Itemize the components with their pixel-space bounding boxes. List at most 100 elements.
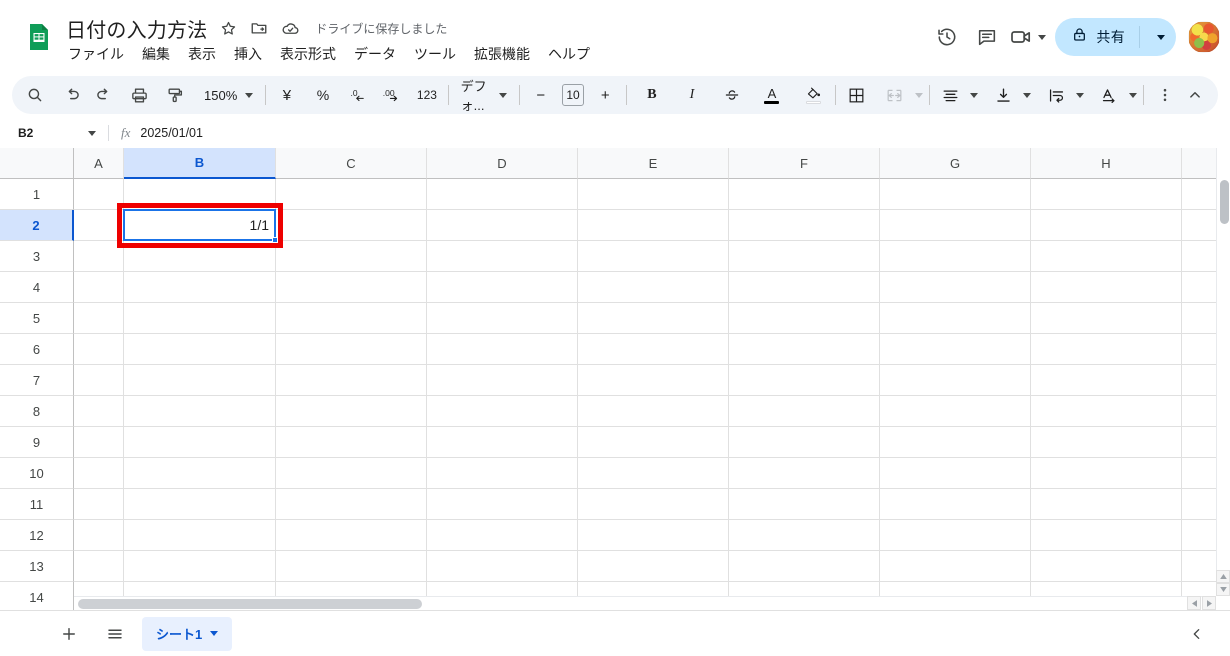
cell-C12[interactable] [276,520,427,551]
cell-H4[interactable] [1031,272,1182,303]
move-to-folder-icon[interactable] [250,19,268,37]
cell-B11[interactable] [124,489,276,520]
cell-D10[interactable] [427,458,578,489]
chevron-left-icon[interactable] [1180,617,1214,651]
zoom-dropdown[interactable]: 150% [198,88,259,103]
cell-G12[interactable] [880,520,1031,551]
row-header-3[interactable]: 3 [0,241,74,272]
cell-E1[interactable] [578,179,729,210]
chevron-down-icon[interactable] [210,631,219,636]
cell-A13[interactable] [74,551,124,582]
cell-H1[interactable] [1031,179,1182,210]
cell-D9[interactable] [427,427,578,458]
cell-B5[interactable] [124,303,276,334]
cell-E3[interactable] [578,241,729,272]
column-header-b[interactable]: B [124,148,276,179]
cell-B3[interactable] [124,241,276,272]
cell-B10[interactable] [124,458,276,489]
cell-H3[interactable] [1031,241,1182,272]
cell-E11[interactable] [578,489,729,520]
row-header-1[interactable]: 1 [0,179,74,210]
cell-G4[interactable] [880,272,1031,303]
cell-D7[interactable] [427,365,578,396]
vertical-scrollbar[interactable] [1216,148,1230,592]
chevron-down-icon[interactable] [1037,34,1046,40]
cell-E13[interactable] [578,551,729,582]
cell-B4[interactable] [124,272,276,303]
cell-B6[interactable] [124,334,276,365]
menu-item-extensions[interactable]: 拡張機能 [472,43,532,65]
cell-H13[interactable] [1031,551,1182,582]
cell-B1[interactable] [124,179,276,210]
row-header-12[interactable]: 12 [0,520,74,551]
cell-F13[interactable] [729,551,880,582]
cell-F1[interactable] [729,179,880,210]
cell-H9[interactable] [1031,427,1182,458]
cell-E10[interactable] [578,458,729,489]
formula-input[interactable]: 2025/01/01 [140,126,203,140]
version-history-icon[interactable] [927,17,967,57]
redo-icon[interactable] [88,80,118,110]
cell-C2[interactable] [276,210,427,241]
avatar[interactable] [1188,21,1220,53]
cell-A10[interactable] [74,458,124,489]
cell-A6[interactable] [74,334,124,365]
menu-item-file[interactable]: ファイル [66,43,126,65]
row-header-2[interactable]: 2 [0,210,74,241]
menu-item-insert[interactable]: 挿入 [232,43,264,65]
undo-icon[interactable] [58,80,88,110]
bold-button[interactable]: B [637,80,667,110]
cell-C3[interactable] [276,241,427,272]
percent-format-button[interactable]: % [308,80,338,110]
cell-A11[interactable] [74,489,124,520]
strikethrough-icon[interactable] [717,80,747,110]
font-size-input[interactable]: 10 [561,84,585,106]
name-box[interactable]: B2 [0,120,108,146]
cell-A9[interactable] [74,427,124,458]
cell-D2[interactable] [427,210,578,241]
menu-item-edit[interactable]: 編集 [140,43,172,65]
scroll-right-icon[interactable] [1202,596,1216,610]
cell-F2[interactable] [729,210,880,241]
cell-D4[interactable] [427,272,578,303]
cell-G11[interactable] [880,489,1031,520]
cell-F5[interactable] [729,303,880,334]
search-icon[interactable] [20,80,50,110]
text-color-button[interactable]: A [757,80,787,110]
column-header-e[interactable]: E [578,148,729,179]
row-header-7[interactable]: 7 [0,365,74,396]
cell-C13[interactable] [276,551,427,582]
row-header-4[interactable]: 4 [0,272,74,303]
cell-A7[interactable] [74,365,124,396]
cloud-saved-icon[interactable] [281,19,300,38]
cell-D5[interactable] [427,303,578,334]
valign-chevron-down-icon[interactable] [1023,92,1032,98]
more-formats-button[interactable]: 123 [412,80,442,110]
column-header-d[interactable]: D [427,148,578,179]
row-header-8[interactable]: 8 [0,396,74,427]
cell-E5[interactable] [578,303,729,334]
row-header-9[interactable]: 9 [0,427,74,458]
cell-B7[interactable] [124,365,276,396]
cell-H6[interactable] [1031,334,1182,365]
cell-H12[interactable] [1031,520,1182,551]
cell-D1[interactable] [427,179,578,210]
cell-B13[interactable] [124,551,276,582]
cell-F6[interactable] [729,334,880,365]
vertical-align-icon[interactable] [988,80,1018,110]
row-header-10[interactable]: 10 [0,458,74,489]
horizontal-align-icon[interactable] [935,80,965,110]
star-icon[interactable] [220,20,237,37]
currency-format-button[interactable]: ¥ [272,80,302,110]
wrap-chevron-down-icon[interactable] [1076,92,1085,98]
column-header-f[interactable]: F [729,148,880,179]
menu-item-view[interactable]: 表示 [186,43,218,65]
cell-F10[interactable] [729,458,880,489]
cell-C6[interactable] [276,334,427,365]
cell-C10[interactable] [276,458,427,489]
merge-cells-icon[interactable] [880,80,910,110]
vertical-scrollbar-thumb[interactable] [1220,180,1229,224]
scroll-up-icon[interactable] [1216,570,1230,583]
share-button[interactable]: 共有 [1055,18,1176,56]
paint-format-icon[interactable] [160,80,190,110]
